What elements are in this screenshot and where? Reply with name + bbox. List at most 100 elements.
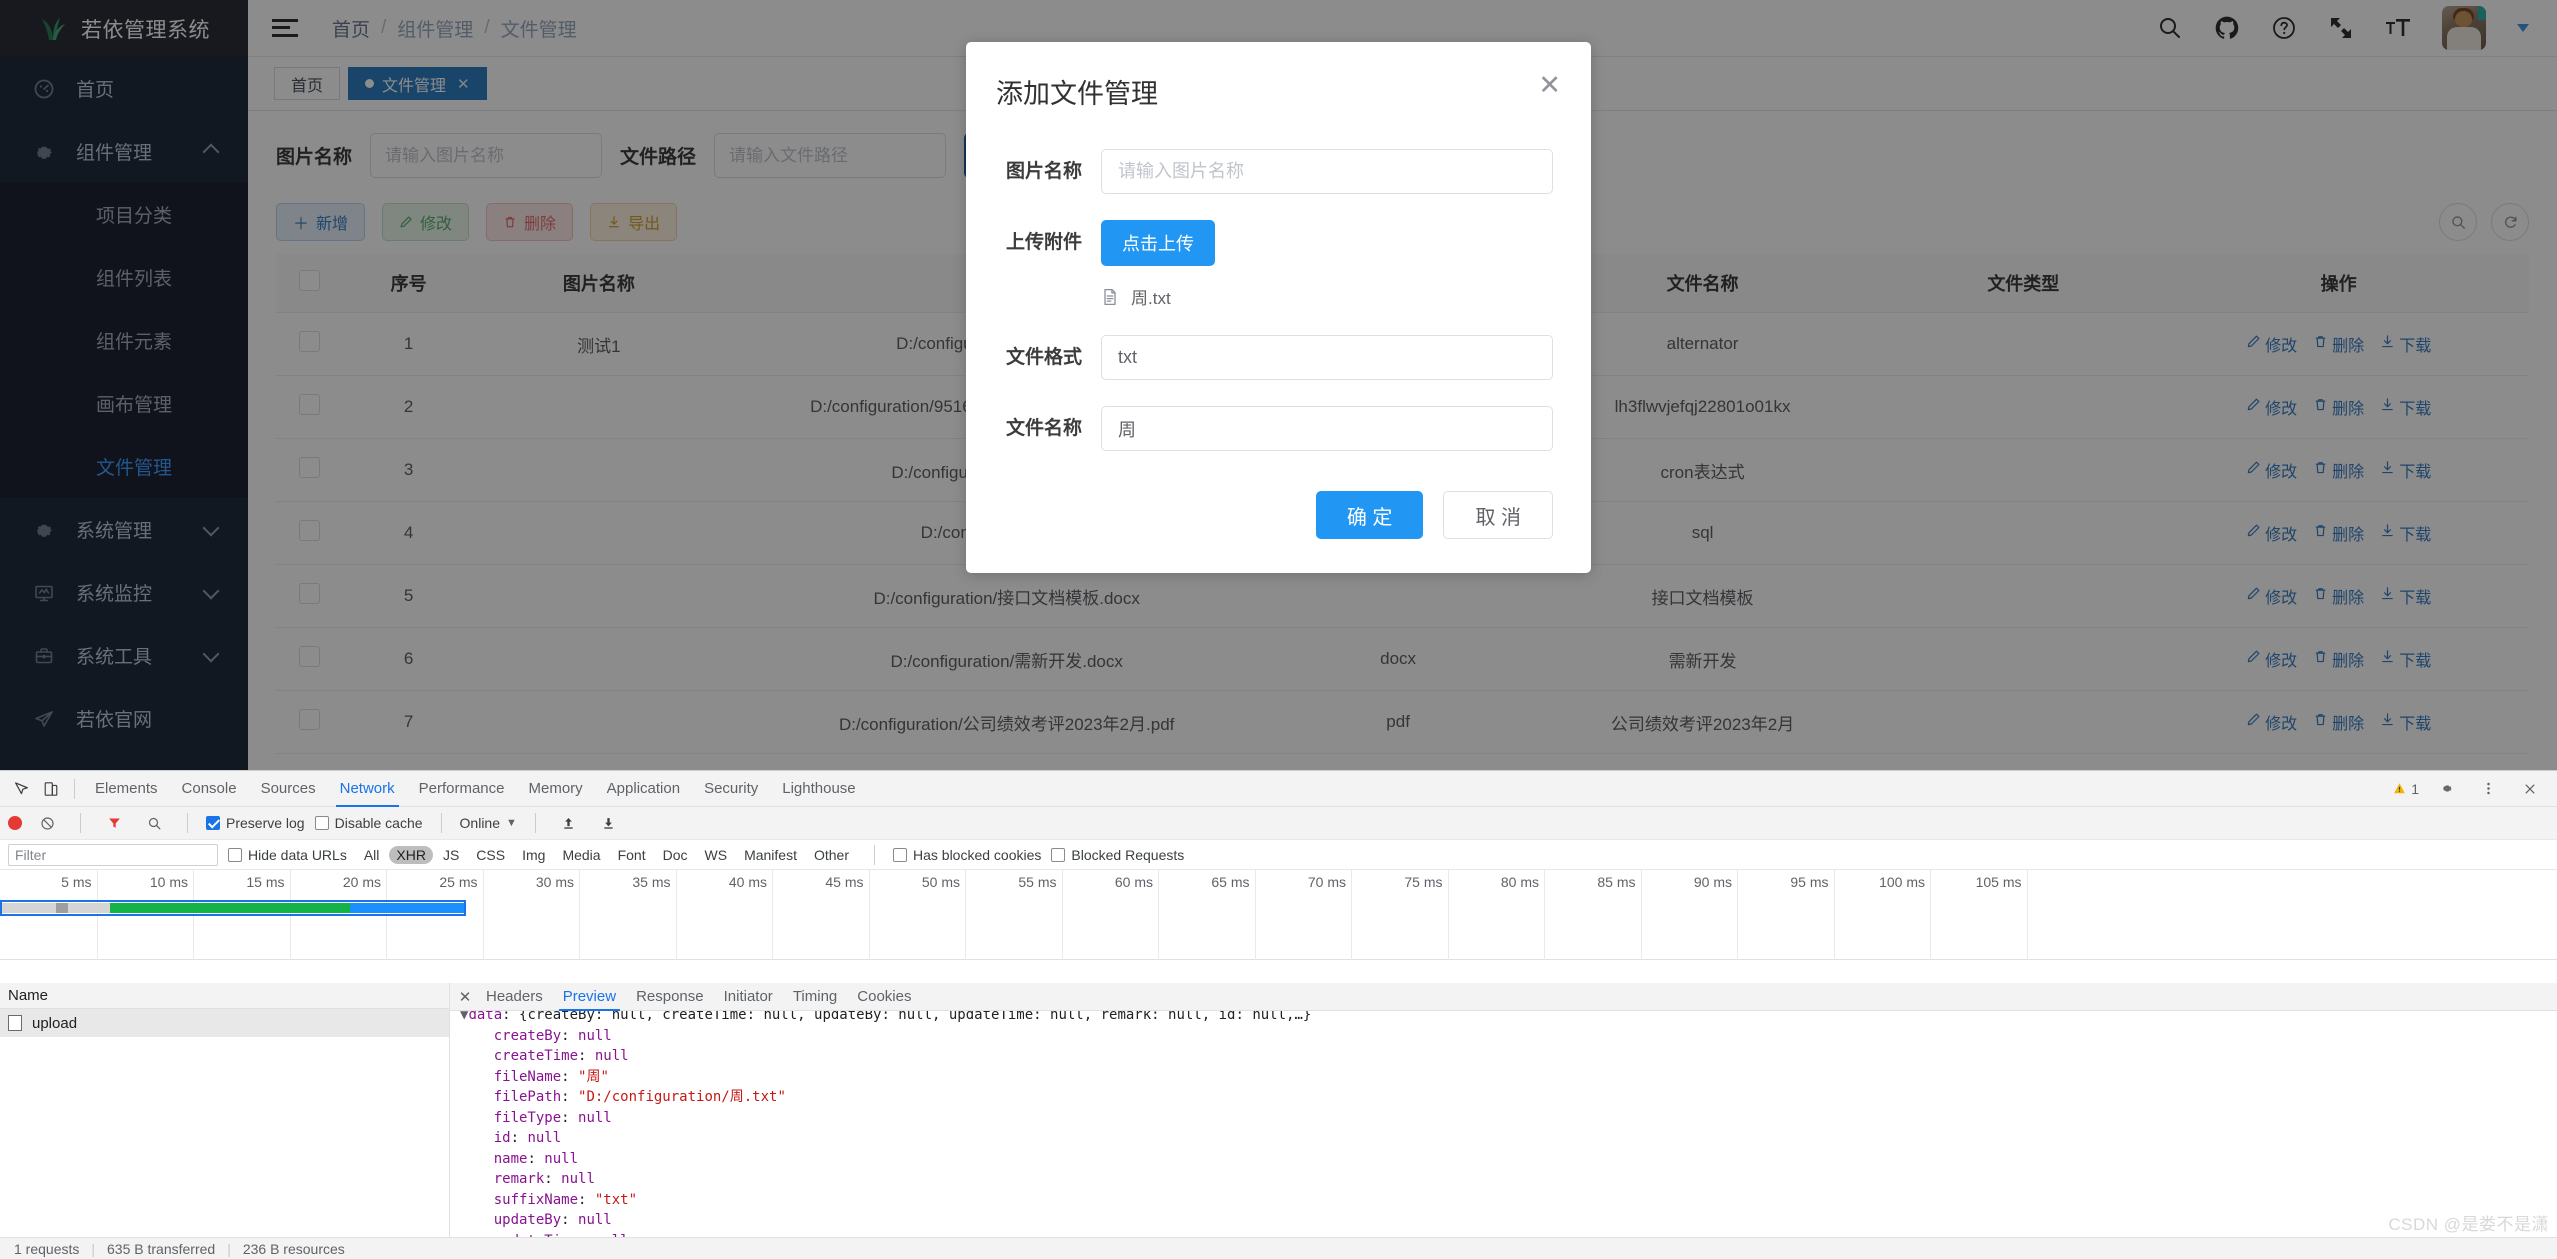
image-name-field[interactable] [1101, 149, 1553, 194]
settings-icon[interactable] [2431, 774, 2461, 804]
file-format-field[interactable] [1101, 335, 1553, 380]
filter-icon[interactable] [99, 808, 129, 838]
preserve-log-toggle[interactable]: Preserve log [206, 815, 305, 831]
json-value: "txt" [594, 1191, 638, 1208]
hide-data-urls-checkbox[interactable] [228, 847, 242, 862]
uploaded-file-name: 周.txt [1131, 289, 1171, 308]
devtools-tab-security[interactable]: Security [692, 771, 770, 807]
upload-button[interactable]: 点击上传 [1101, 220, 1215, 266]
resource-filter-img[interactable]: Img [515, 846, 552, 864]
preserve-log-label: Preserve log [226, 815, 305, 831]
json-separator: : [578, 1191, 595, 1208]
request-row-upload[interactable]: upload [0, 1009, 449, 1037]
disable-cache-label: Disable cache [334, 815, 423, 831]
resource-filter-other[interactable]: Other [807, 846, 856, 864]
devtools-tab-performance[interactable]: Performance [407, 771, 517, 807]
timeline-gridline [1061, 870, 1063, 960]
timeline-gridline [965, 870, 966, 960]
resource-filter-js[interactable]: JS [436, 846, 466, 864]
device-toolbar-icon[interactable] [36, 774, 66, 804]
blocked-requests-checkbox[interactable] [1051, 847, 1066, 862]
json-key: name [493, 1150, 528, 1167]
detail-tab-preview[interactable]: Preview [553, 983, 626, 1011]
divider [874, 844, 875, 865]
devtools-tab-console[interactable]: Console [170, 771, 249, 807]
detail-tab-initiator[interactable]: Initiator [714, 983, 783, 1011]
devtools-tab-application[interactable]: Application [595, 771, 692, 807]
cancel-button[interactable]: 取 消 [1443, 491, 1553, 539]
detail-tab-cookies[interactable]: Cookies [847, 983, 921, 1011]
has-blocked-cookies-toggle[interactable]: Has blocked cookies [893, 847, 1041, 863]
timeline-gridline [868, 870, 870, 960]
blocked-requests-toggle[interactable]: Blocked Requests [1051, 847, 1184, 863]
resource-filter-manifest[interactable]: Manifest [737, 846, 804, 864]
more-icon[interactable] [2473, 774, 2503, 804]
resource-filter-doc[interactable]: Doc [656, 846, 695, 864]
close-icon[interactable]: ✕ [454, 988, 476, 1006]
timeline-tick-label: 55 ms [1018, 874, 1057, 890]
record-icon[interactable] [8, 816, 22, 830]
form-label-file-format: 文件格式 [1005, 347, 1082, 368]
resource-filter-ws[interactable]: WS [698, 846, 735, 864]
form-label-image-name: 图片名称 [1005, 161, 1082, 182]
warning-badge[interactable]: 1 [2393, 781, 2419, 797]
timeline-gridline [1833, 870, 1835, 960]
has-blocked-cookies-checkbox[interactable] [893, 847, 907, 862]
network-status-bar: 1 requests | 635 B transferred | 236 B r… [0, 1237, 2557, 1259]
request-detail: ✕ Headers Preview Response Initiator Timing C… [450, 983, 2557, 1237]
devtools-tab-memory[interactable]: Memory [517, 771, 595, 807]
devtools-panel: Elements Console Sources Network Performance… [0, 770, 2557, 1259]
uploaded-file-item[interactable]: 周.txt [1101, 284, 1553, 309]
timeline-tick-label: 40 ms [728, 874, 767, 890]
json-line: name: null [460, 1149, 2557, 1170]
preview-json-view[interactable]: ▼data: {createBy: null, createTime: null… [450, 1011, 2557, 1237]
file-name-field[interactable] [1101, 406, 1553, 451]
devtools-tab-network[interactable]: Network [328, 771, 407, 807]
inspect-element-icon[interactable] [6, 774, 36, 804]
confirm-button[interactable]: 确 定 [1315, 491, 1424, 539]
timeline-gridline [1447, 870, 1449, 960]
clear-icon[interactable] [32, 808, 62, 838]
status-requests: 1 requests [14, 1240, 80, 1257]
resource-filter-xhr[interactable]: XHR [389, 845, 433, 864]
detail-tab-timing[interactable]: Timing [783, 983, 847, 1011]
json-key: remark [493, 1171, 545, 1187]
json-key: createBy [493, 1027, 562, 1044]
throttling-select[interactable]: Online ▼ [460, 815, 517, 831]
resource-filter-all[interactable]: All [357, 846, 387, 864]
divider [187, 813, 188, 833]
warning-count: 1 [2411, 780, 2419, 797]
close-icon[interactable]: ✕ [1538, 72, 1561, 99]
resource-filter-media[interactable]: Media [555, 846, 607, 864]
detail-tab-headers[interactable]: Headers [476, 983, 553, 1011]
devtools-lower: Name upload ✕ Headers Preview Response Init… [0, 983, 2557, 1237]
divider [440, 813, 442, 833]
network-timeline[interactable]: 5 ms 10 ms 15 ms 20 ms 25 ms 30 ms 35 ms 40 ms 4… [0, 870, 2557, 960]
devtools-network-toolbar: Preserve log Disable cache Online ▼ [0, 807, 2557, 840]
resource-filter-css[interactable]: CSS [469, 846, 512, 864]
filter-input[interactable] [8, 843, 218, 866]
timeline-gridline [1640, 870, 1642, 960]
export-har-icon[interactable] [594, 808, 624, 838]
disable-cache-checkbox[interactable] [314, 816, 329, 830]
detail-tab-response[interactable]: Response [626, 983, 714, 1011]
devtools-tab-lighthouse[interactable]: Lighthouse [770, 771, 867, 807]
disable-cache-toggle[interactable]: Disable cache [314, 815, 423, 831]
devtools-tab-sources[interactable]: Sources [249, 771, 328, 807]
json-line: fileType: null [460, 1108, 2557, 1129]
json-value: null [561, 1171, 595, 1187]
search-icon[interactable] [139, 808, 169, 838]
hide-data-urls-toggle[interactable]: Hide data URLs [228, 847, 347, 863]
import-har-icon[interactable] [554, 808, 584, 838]
resource-filter-font[interactable]: Font [611, 846, 653, 864]
timeline-gridline [675, 870, 677, 960]
devtools-tab-elements[interactable]: Elements [83, 771, 170, 807]
document-icon [8, 1015, 22, 1031]
watermark: CSDN @是娄不是潇 [2388, 1215, 2549, 1234]
preserve-log-checkbox[interactable] [206, 816, 220, 830]
throttling-value: Online [459, 815, 500, 831]
close-icon[interactable] [2515, 774, 2545, 804]
detail-tab-list: Headers Preview Response Initiator Timing Coo… [476, 983, 921, 1011]
timeline-gridline [772, 870, 773, 960]
timeline-wait-segment [110, 903, 350, 913]
